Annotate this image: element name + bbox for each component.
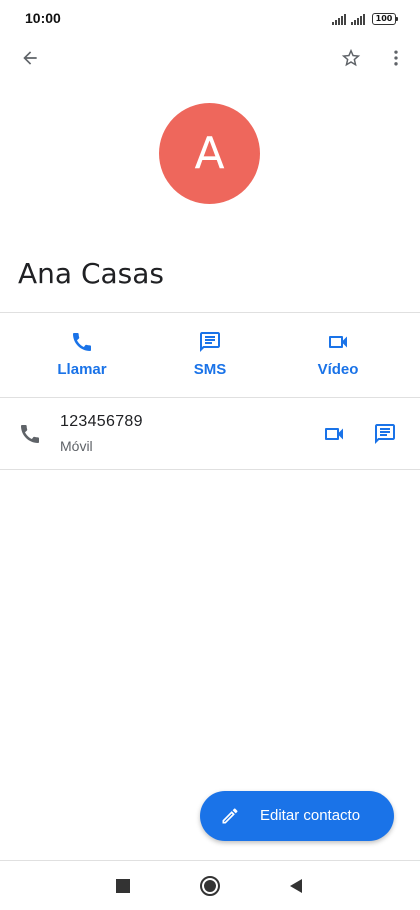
contact-name: Ana Casas bbox=[18, 257, 165, 290]
message-icon bbox=[200, 332, 220, 352]
video-call-number-button[interactable] bbox=[318, 418, 350, 450]
battery-icon: 100 bbox=[372, 13, 398, 25]
signal-icon bbox=[332, 13, 346, 25]
phone-type: Móvil bbox=[60, 438, 93, 454]
call-action-button[interactable]: Llamar bbox=[32, 330, 132, 380]
videocam-icon bbox=[329, 336, 347, 348]
sms-action-label: SMS bbox=[193, 361, 227, 378]
phone-number: 123456789 bbox=[60, 413, 143, 430]
square-icon bbox=[116, 879, 130, 893]
signal-icon bbox=[351, 13, 365, 25]
videocam-icon bbox=[325, 428, 343, 440]
triangle-back-icon bbox=[290, 879, 302, 893]
avatar: A bbox=[159, 103, 260, 204]
more-vert-icon bbox=[394, 50, 398, 66]
arrow-back-icon bbox=[23, 51, 37, 65]
sms-action-button[interactable]: SMS bbox=[160, 330, 260, 380]
star-outline-icon bbox=[341, 48, 361, 67]
favorite-button[interactable] bbox=[335, 42, 367, 74]
navigation-bar bbox=[0, 860, 420, 910]
edit-contact-button[interactable]: Editar contacto bbox=[200, 791, 394, 841]
home-button[interactable] bbox=[198, 874, 222, 898]
status-bar: 10:00 100 bbox=[0, 0, 420, 36]
sms-number-button[interactable] bbox=[369, 418, 401, 450]
back-nav-button[interactable] bbox=[284, 874, 308, 898]
status-icons: 100 bbox=[332, 11, 398, 25]
divider bbox=[0, 312, 420, 313]
divider bbox=[0, 469, 420, 470]
phone-icon bbox=[21, 425, 39, 443]
edit-pencil-icon bbox=[222, 808, 238, 824]
recents-button[interactable] bbox=[111, 874, 135, 898]
edit-contact-label: Editar contacto bbox=[260, 807, 361, 824]
phone-icon bbox=[73, 333, 91, 351]
video-action-button[interactable]: Vídeo bbox=[288, 330, 388, 380]
status-time: 10:00 bbox=[25, 10, 61, 26]
divider bbox=[0, 860, 420, 861]
back-button[interactable] bbox=[14, 42, 46, 74]
home-circle-icon bbox=[200, 876, 220, 896]
more-options-button[interactable] bbox=[380, 42, 412, 74]
message-icon bbox=[375, 424, 395, 444]
video-action-label: Vídeo bbox=[317, 361, 359, 378]
call-action-label: Llamar bbox=[57, 361, 107, 378]
phone-entry-row[interactable] bbox=[0, 398, 300, 468]
